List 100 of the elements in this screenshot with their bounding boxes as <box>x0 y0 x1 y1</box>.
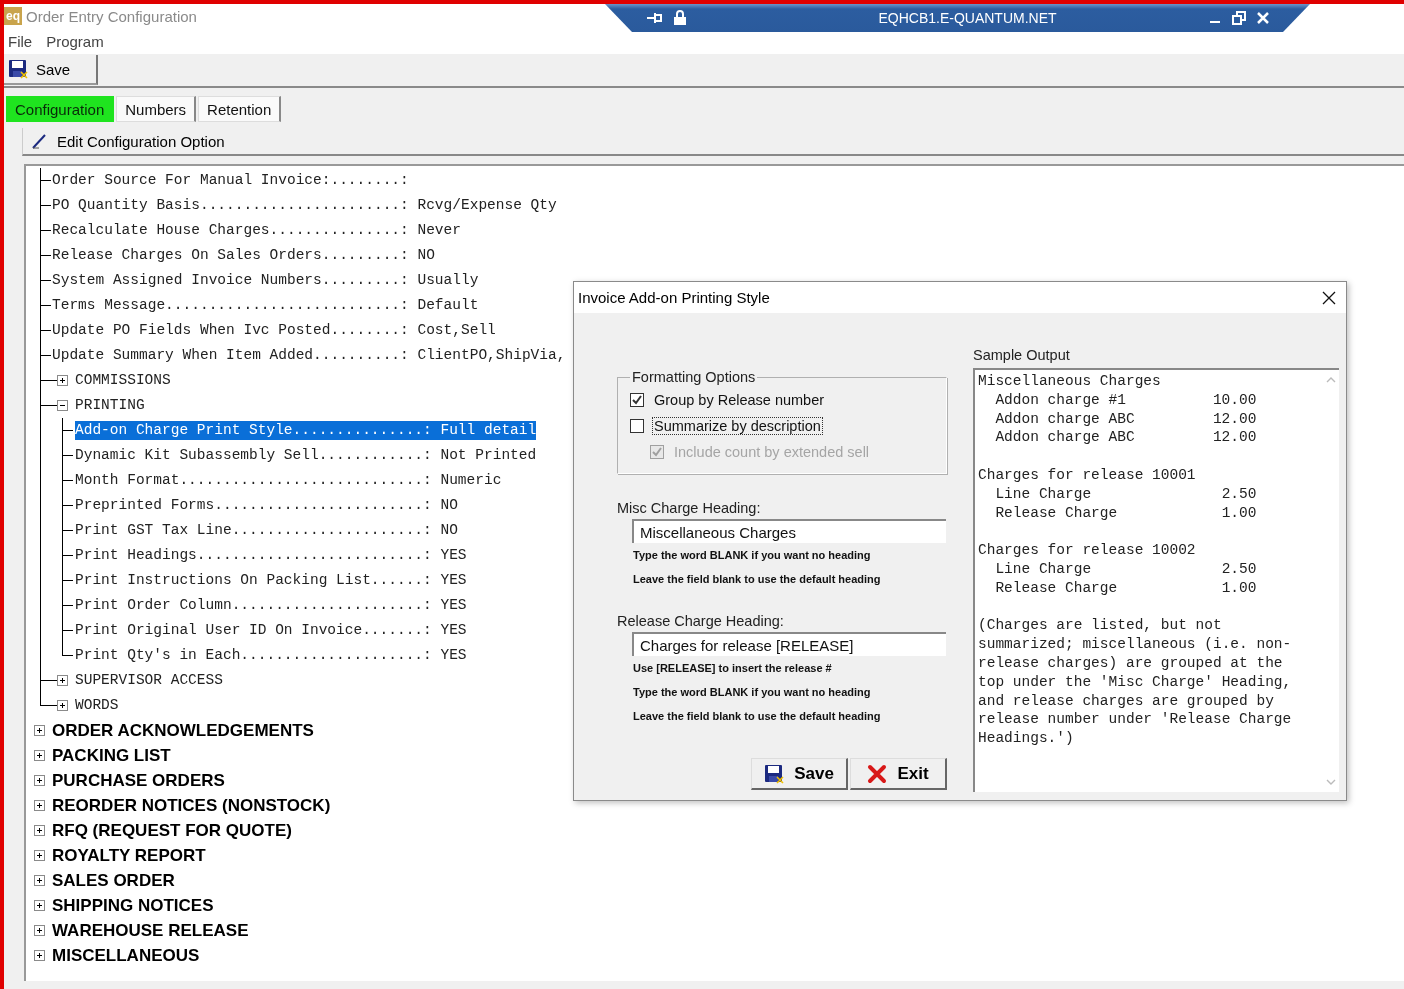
expand-icon[interactable] <box>34 875 45 886</box>
sample-amount: 1.00 <box>1221 503 1257 523</box>
expand-icon[interactable] <box>34 950 45 961</box>
checkbox[interactable] <box>630 393 644 407</box>
expand-icon[interactable] <box>57 700 68 711</box>
floppy-icon <box>764 763 785 784</box>
tree-item[interactable]: Dynamic Kit Subassembly Sell............: Not Printed <box>75 446 537 465</box>
field-label: Misc Charge Heading: <box>617 500 762 516</box>
sample-heading: Charges for release 10001 <box>978 466 1196 485</box>
collapse-icon[interactable] <box>57 400 68 411</box>
sample-description: Addon charge ABC <box>995 409 1136 429</box>
remote-host-title: EQHCB1.E-QUANTUM.NET <box>877 10 1058 26</box>
tree-group[interactable]: SUPERVISOR ACCESS <box>75 671 223 690</box>
pencil-icon <box>31 132 49 150</box>
sample-description: Line Charge <box>995 559 1093 579</box>
tree-item[interactable]: Print Qty's in Each.....................: YES <box>75 646 467 665</box>
floppy-icon <box>8 59 28 79</box>
tree-section[interactable]: SALES ORDER <box>52 870 175 891</box>
tree-group[interactable]: PRINTING <box>75 396 145 415</box>
save-button[interactable]: Save <box>4 55 98 85</box>
sample-amount: 12.00 <box>1212 428 1257 448</box>
tree-item[interactable]: Update Summary When Item Added..........: ClientPO,ShipVia, <box>52 346 566 365</box>
tree-group[interactable]: WORDS <box>75 696 119 715</box>
field-hint: Leave the field blank to use the default heading <box>633 709 882 724</box>
pin-icon[interactable] <box>645 10 663 26</box>
tree-item[interactable]: Print Instructions On Packing List......: YES <box>75 571 467 590</box>
sample-description: Addon charge #1 <box>995 390 1127 410</box>
checkbox[interactable] <box>630 419 644 433</box>
field-hint: Leave the field blank to use the default heading <box>633 572 882 587</box>
field-hint: Type the word BLANK if you want no heading <box>633 548 872 563</box>
checkbox-label[interactable]: Group by Release number <box>652 391 827 409</box>
expand-icon[interactable] <box>34 800 45 811</box>
input-field[interactable]: Charges for release [RELEASE] <box>632 632 946 656</box>
sample-heading: Miscellaneous Charges <box>978 372 1161 391</box>
cross-icon <box>867 763 888 784</box>
exit-button[interactable]: Exit <box>850 758 947 790</box>
tree-item[interactable]: Release Charges On Sales Orders.........: NO <box>52 246 435 265</box>
menu-item[interactable]: File <box>8 32 33 50</box>
sample-amount: 10.00 <box>1212 390 1257 410</box>
tree-item[interactable]: Month Format............................: Numeric <box>75 471 502 490</box>
tree-section[interactable]: PURCHASE ORDERS <box>52 770 225 791</box>
expand-icon[interactable] <box>57 375 68 386</box>
sample-description: Line Charge <box>995 484 1093 504</box>
tree-section[interactable]: ORDER ACKNOWLEDGEMENTS <box>52 720 314 741</box>
expand-icon[interactable] <box>34 750 45 761</box>
dialog-title: Invoice Add-on Printing Style <box>578 289 770 306</box>
sample-description: Release Charge <box>995 578 1119 598</box>
close-icon[interactable] <box>1322 290 1336 305</box>
tab[interactable]: Numbers <box>116 96 197 122</box>
sample-heading: Charges for release 10002 <box>978 541 1196 560</box>
tree-section[interactable]: MISCELLANEOUS <box>52 945 200 966</box>
sample-output-label: Sample Output <box>973 347 1071 363</box>
input-field[interactable]: Miscellaneous Charges <box>632 519 946 543</box>
tab[interactable]: Retention <box>198 96 282 122</box>
tree-section[interactable]: REORDER NOTICES (NONSTOCK) <box>52 795 331 816</box>
app-logo: eq <box>4 7 22 25</box>
tab[interactable]: Configuration <box>6 96 115 122</box>
lock-icon[interactable] <box>673 10 687 26</box>
edit-option-button[interactable]: Edit Configuration Option <box>22 128 1404 156</box>
tree-item[interactable]: Recalculate House Charges...............: Never <box>52 221 461 240</box>
expand-icon[interactable] <box>34 725 45 736</box>
sample-description: Addon charge ABC <box>995 428 1136 448</box>
tree-item[interactable]: Add-on Charge Print Style...............: Full detail <box>75 421 537 440</box>
tree-item[interactable]: Update PO Fields When Ivc Posted........: Cost,Sell <box>52 321 496 340</box>
tree-item[interactable]: Print Headings..........................: YES <box>75 546 467 565</box>
sample-amount: 2.50 <box>1221 559 1257 579</box>
expand-icon[interactable] <box>34 900 45 911</box>
field-hint: Type the word BLANK if you want no heading <box>633 685 872 700</box>
field-label: Release Charge Heading: <box>617 613 785 629</box>
checkbox-label[interactable]: Summarize by description <box>652 417 823 435</box>
sample-amount: 12.00 <box>1212 409 1257 429</box>
tree-item[interactable]: Print Order Column......................: YES <box>75 596 467 615</box>
expand-icon[interactable] <box>34 925 45 936</box>
restore-icon[interactable] <box>1232 11 1246 25</box>
tree-item[interactable]: Order Source For Manual Invoice:........: <box>52 171 409 190</box>
tree-section[interactable]: RFQ (REQUEST FOR QUOTE) <box>52 820 292 841</box>
expand-icon[interactable] <box>34 850 45 861</box>
group-label: Formatting Options <box>631 369 757 385</box>
window-title: Order Entry Configuration <box>26 7 197 25</box>
sample-amount: 1.00 <box>1221 578 1257 598</box>
tree-section[interactable]: WAREHOUSE RELEASE <box>52 920 249 941</box>
save-button[interactable]: Save <box>751 758 848 790</box>
expand-icon[interactable] <box>57 675 68 686</box>
sample-description: Release Charge <box>995 503 1119 523</box>
tree-section[interactable]: SHIPPING NOTICES <box>52 895 214 916</box>
tree-section[interactable]: ROYALTY REPORT <box>52 845 206 866</box>
tree-item[interactable]: PO Quantity Basis.......................: Rcvg/Expense Qty <box>52 196 557 215</box>
tree-item[interactable]: System Assigned Invoice Numbers.........: Usually <box>52 271 479 290</box>
tree-group[interactable]: COMMISSIONS <box>75 371 171 390</box>
tree-item[interactable]: Print GST Tax Line......................: NO <box>75 521 458 540</box>
expand-icon[interactable] <box>34 775 45 786</box>
expand-icon[interactable] <box>34 825 45 836</box>
sample-amount: 2.50 <box>1221 484 1257 504</box>
tree-item[interactable]: Print Original User ID On Invoice.......: YES <box>75 621 467 640</box>
sample-note: (Charges are listed, but not summarized; miscellaneous (i.e. non-release charges) are grouped at the top under the 'Misc Charge' Heading, and release charges are grouped by release number under 'Release Charge Headings.') <box>978 616 1292 748</box>
menu-item[interactable]: Program <box>46 32 104 50</box>
tree-item[interactable]: Terms Message...........................: Default <box>52 296 479 315</box>
tree-item[interactable]: Preprinted Forms........................: NO <box>75 496 458 515</box>
field-hint: Use [RELEASE] to insert the release # <box>633 661 833 676</box>
tree-section[interactable]: PACKING LIST <box>52 745 171 766</box>
